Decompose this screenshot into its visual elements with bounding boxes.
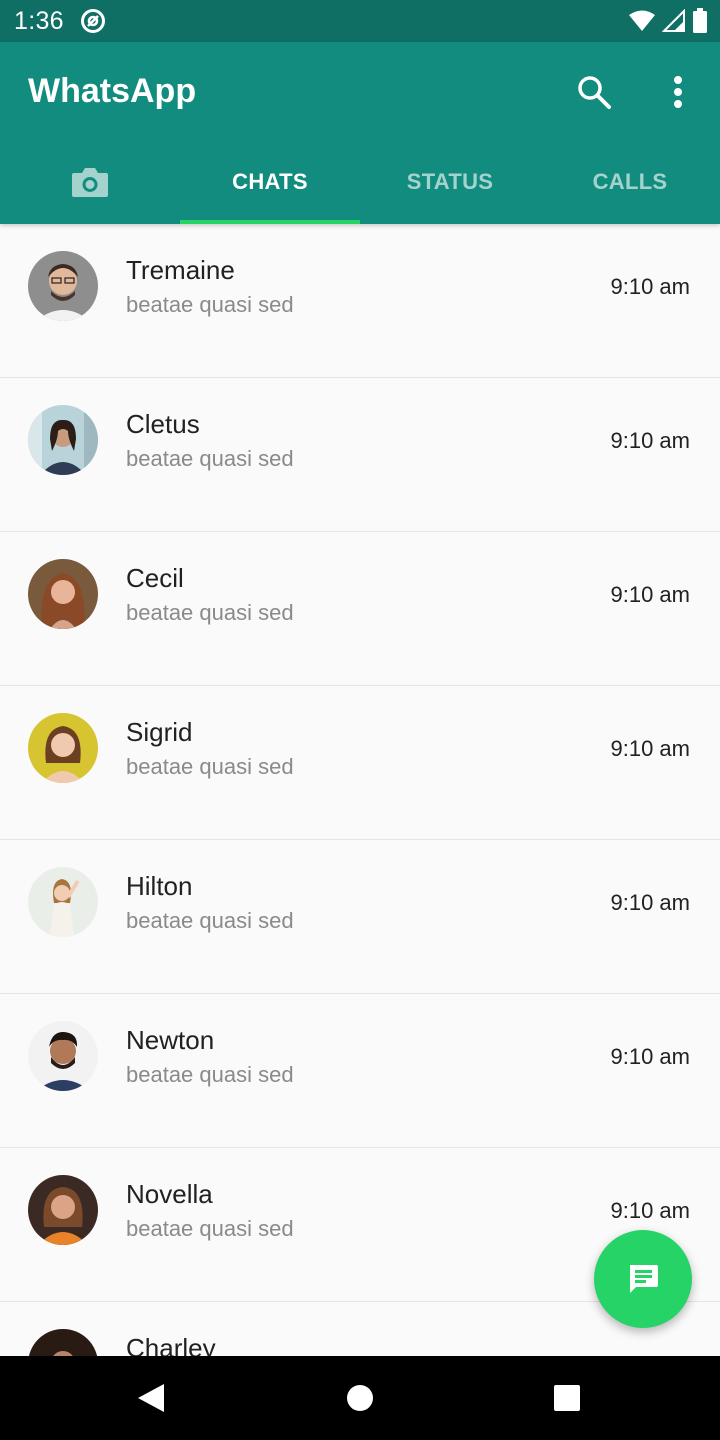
chat-preview: beatae quasi sed [126,908,294,933]
camera-icon [72,168,108,197]
avatar [28,713,98,783]
chat-name: Cecil [126,563,184,593]
chat-list: Tremaine beatae quasi sed 9:10 am Cletus… [0,224,720,1356]
chat-row[interactable]: Tremaine beatae quasi sed 9:10 am [0,224,720,378]
tab-indicator [180,220,360,224]
chat-time: 9:10 am [610,428,691,453]
tab-calls[interactable]: CALLS [540,140,720,224]
avatar [28,559,98,629]
chat-name: Charley [126,1333,216,1356]
wifi-icon [629,10,655,31]
avatar [28,1329,98,1356]
chat-name: Hilton [126,871,193,901]
chat-name: Cletus [126,409,200,439]
app-title: WhatsApp [28,72,197,110]
chat-time: 9:10 am [610,1198,691,1223]
chat-row[interactable]: Newton beatae quasi sed 9:10 am [0,994,720,1148]
status-time: 1:36 [14,7,64,35]
chat-time: 9:10 am [610,582,691,607]
chat-preview: beatae quasi sed [126,292,294,317]
chat-time: 9:10 am [610,890,691,915]
status-bar: 1:36 [0,0,720,42]
tab-bar: CHATS STATUS CALLS [0,140,720,224]
chat-row[interactable]: Cletus beatae quasi sed 9:10 am [0,378,720,532]
tab-camera[interactable] [0,140,180,224]
tab-chats[interactable]: CHATS [180,140,360,224]
tab-status[interactable]: STATUS [360,140,540,224]
system-icons [628,8,708,34]
avatar [28,251,98,321]
signal-icon [662,9,685,32]
chat-time: 9:10 am [610,274,691,299]
chat-time: 9:10 am [610,736,691,761]
search-icon[interactable] [572,70,616,114]
chat-name: Tremaine [126,255,235,285]
battery-icon [693,8,707,33]
avatar [28,1175,98,1245]
at-sign-icon [81,9,105,33]
back-icon[interactable] [136,1382,166,1414]
chat-name: Newton [126,1025,215,1055]
home-icon[interactable] [347,1385,373,1411]
chat-name: Sigrid [126,717,193,747]
chat-preview: beatae quasi sed [126,446,294,471]
app-bar: WhatsApp CHATS STATUS CALLS [0,42,720,224]
new-chat-icon [630,1265,658,1293]
new-chat-button[interactable] [594,1230,692,1328]
chat-preview: beatae quasi sed [126,1062,294,1087]
chat-row[interactable]: Sigrid beatae quasi sed 9:10 am [0,686,720,840]
avatar [28,405,98,475]
chat-preview: beatae quasi sed [126,1216,294,1241]
avatar [28,1021,98,1091]
more-vert-icon[interactable] [660,70,696,114]
chat-time: 9:10 am [610,1044,691,1069]
recents-icon[interactable] [554,1385,580,1411]
chat-name: Novella [126,1179,213,1209]
chat-row[interactable]: Hilton beatae quasi sed 9:10 am [0,840,720,994]
system-nav-bar [0,1356,720,1440]
chat-preview: beatae quasi sed [126,754,294,779]
chat-row[interactable]: Cecil beatae quasi sed 9:10 am [0,532,720,686]
chat-preview: beatae quasi sed [126,600,294,625]
avatar [28,867,98,937]
